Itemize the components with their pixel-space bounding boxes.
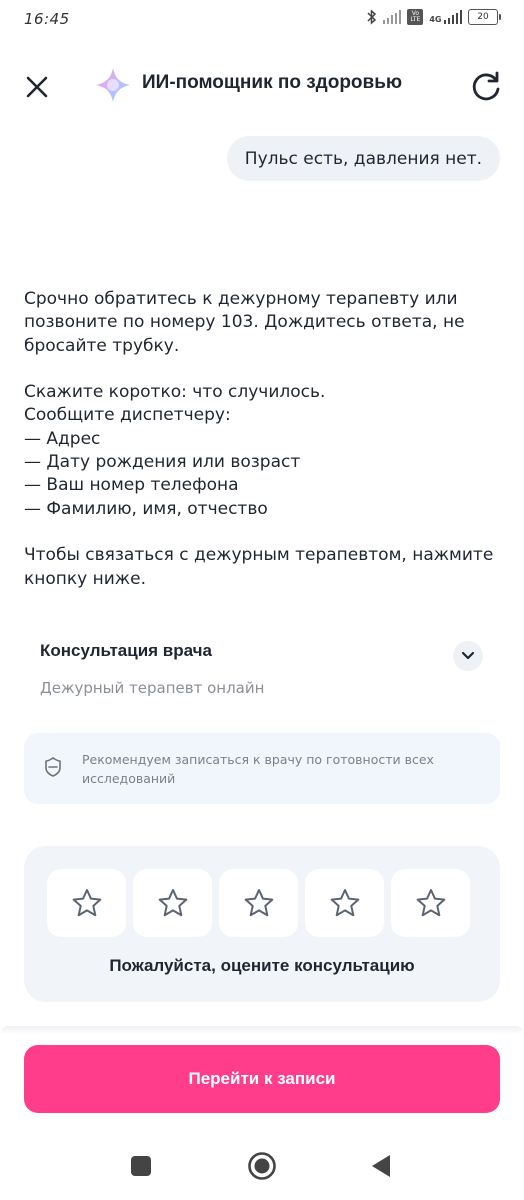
assistant-paragraph: Скажите коротко: что случилось. <box>24 382 326 403</box>
assistant-paragraph: Срочно обратитесь к дежурному терапевту … <box>24 289 465 356</box>
assistant-list-item: — Адрес <box>24 428 101 449</box>
shield-icon <box>44 756 62 778</box>
status-icons: Vo LTE 4G 20 <box>367 9 501 25</box>
rating-label: Пожалуйста, оцените консультацию <box>109 956 415 975</box>
star-icon <box>330 889 359 917</box>
rating-star-3[interactable] <box>219 869 298 937</box>
back-icon <box>372 1155 390 1177</box>
assistant-logo-icon <box>94 66 132 104</box>
rating-star-5[interactable] <box>391 869 470 937</box>
user-message-text: Пульс есть, давления нет. <box>244 148 482 169</box>
close-button[interactable] <box>20 70 54 104</box>
page-title: ИИ-помощник по здоровью <box>142 72 403 93</box>
go-to-appointment-button[interactable]: Перейти к записи <box>24 1045 500 1113</box>
assistant-list-item: — Дату рождения или возраст <box>24 452 301 473</box>
rating-star-1[interactable] <box>47 869 126 937</box>
consultation-expand-button[interactable] <box>453 641 483 671</box>
home-icon <box>248 1152 276 1180</box>
status-time: 16:45 <box>24 10 70 28</box>
assistant-paragraph: Сообщите диспетчеру: <box>24 405 231 426</box>
assistant-list-item: — Фамилию, имя, отчество <box>24 498 268 519</box>
home-button[interactable] <box>247 1151 277 1181</box>
assistant-message: Срочно обратитесь к дежурному терапевту … <box>24 288 494 591</box>
consultation-title: Консультация врача <box>40 641 212 660</box>
star-icon <box>416 889 445 917</box>
4g-signal-icon: 4G <box>429 10 462 24</box>
refresh-icon <box>472 71 500 101</box>
assistant-paragraph: Чтобы связаться с дежурным терапевтом, н… <box>24 545 494 589</box>
star-icon <box>72 889 101 917</box>
go-to-appointment-label: Перейти к записи <box>188 1069 336 1088</box>
star-icon <box>158 889 187 917</box>
bluetooth-icon <box>367 9 376 25</box>
assistant-list-item: — Ваш номер телефона <box>24 475 239 496</box>
close-icon <box>26 76 48 98</box>
bottom-sheet-edge <box>0 1026 524 1034</box>
back-button[interactable] <box>370 1153 392 1179</box>
volte-icon: Vo LTE <box>407 9 424 25</box>
rating-star-2[interactable] <box>133 869 212 937</box>
battery-icon: 20 <box>468 9 501 25</box>
rating-star-4[interactable] <box>305 869 384 937</box>
signal-icon <box>382 10 402 24</box>
star-icon <box>244 889 273 917</box>
user-message-bubble: Пульс есть, давления нет. <box>226 136 500 181</box>
network-type: 4G <box>429 15 442 24</box>
info-text: Рекомендуем записаться к врачу по готовн… <box>82 752 434 786</box>
chevron-down-icon <box>461 651 475 660</box>
recent-apps-button[interactable] <box>131 1156 151 1176</box>
consultation-subtitle: Дежурный терапевт онлайн <box>40 679 265 697</box>
refresh-button[interactable] <box>466 66 506 106</box>
